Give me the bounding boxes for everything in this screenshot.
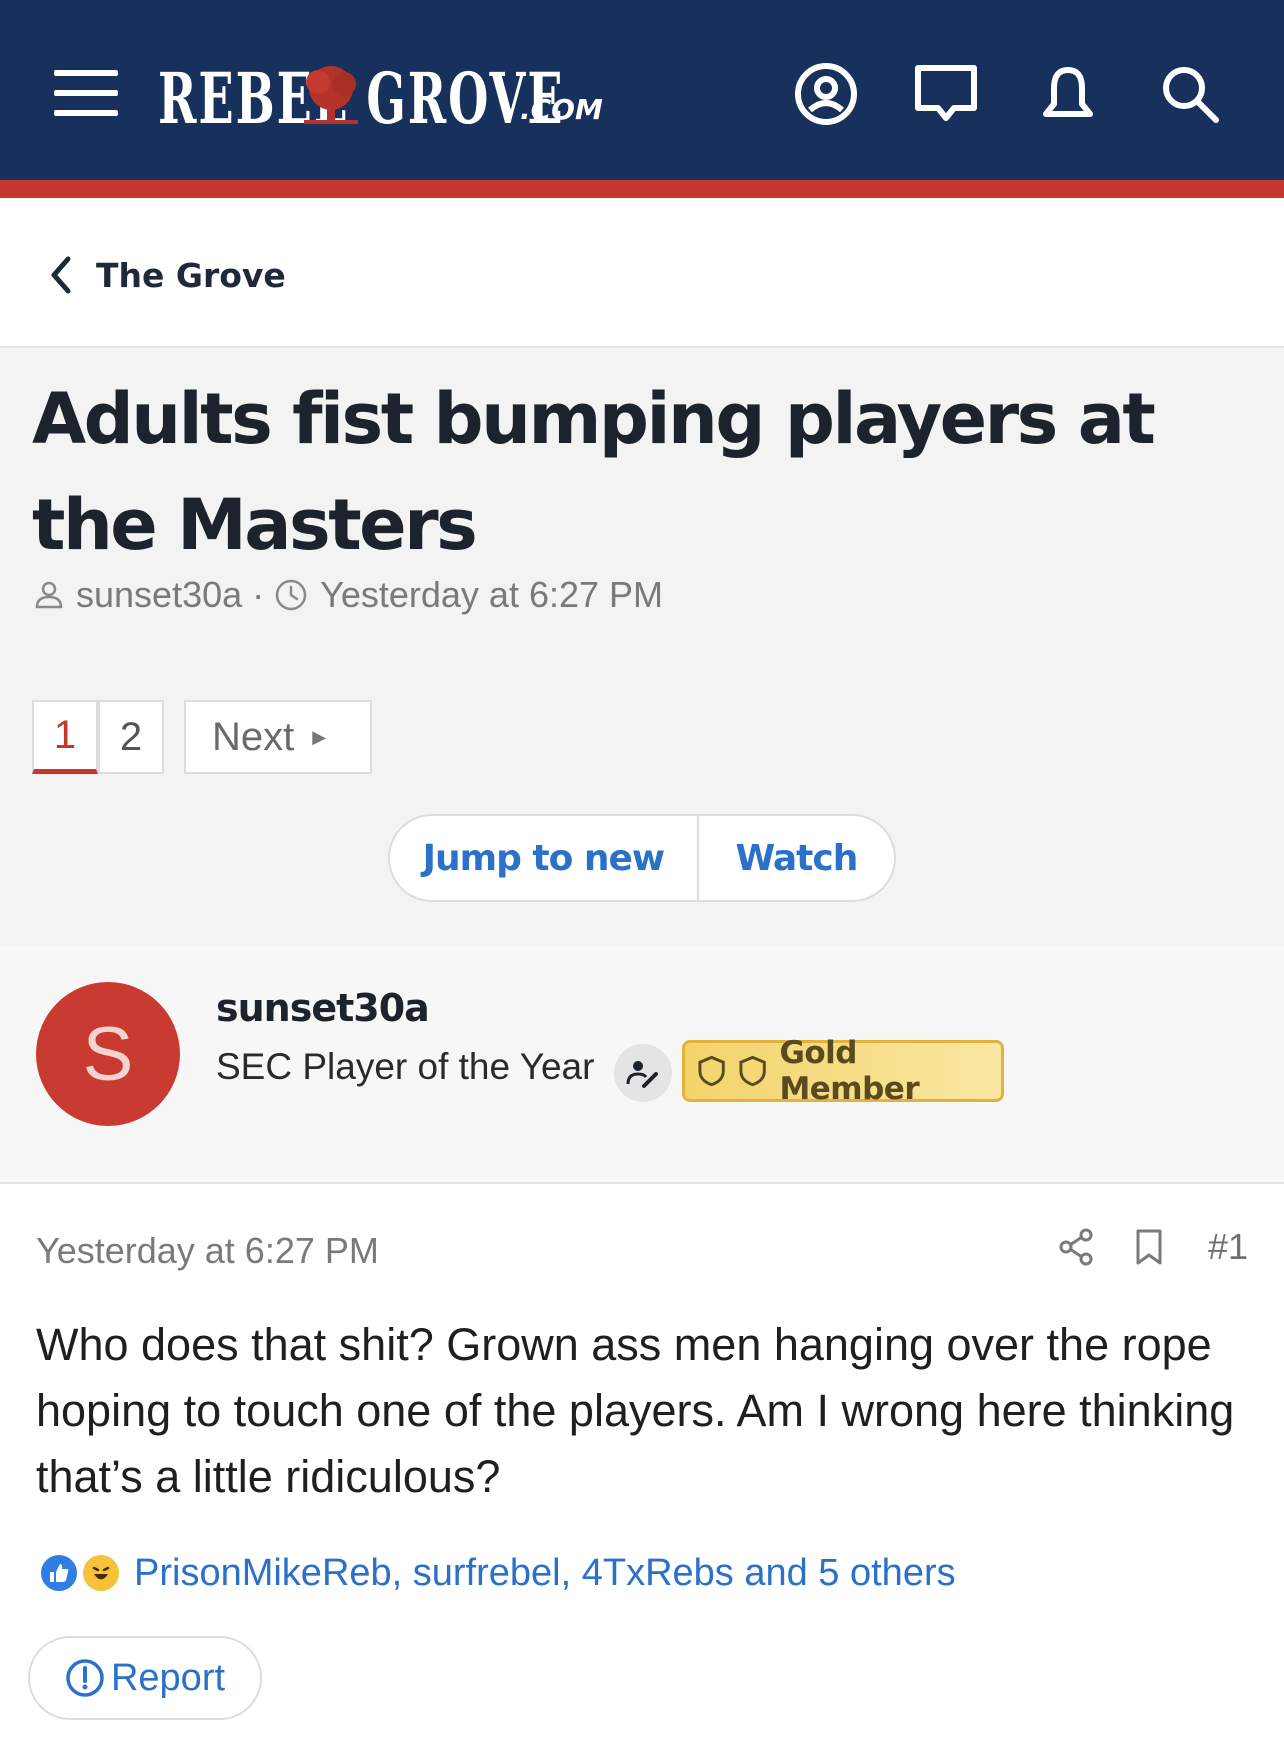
tree-logo-icon [304, 66, 358, 124]
reaction-users: PrisonMikeReb, surfrebel, 4TxRebs and 5 … [134, 1551, 956, 1594]
report-label: Report [110, 1656, 226, 1699]
post-number-link[interactable]: #1 [1208, 1226, 1248, 1268]
pagination: 1 2 Next ▶ [32, 700, 372, 774]
site-logo[interactable]: REBEL GROVE .COM [158, 44, 718, 134]
report-button[interactable]: Report [28, 1636, 262, 1720]
reaction-icons [36, 1548, 128, 1598]
share-icon[interactable] [1056, 1227, 1096, 1267]
search-icon[interactable] [1154, 58, 1226, 130]
author-title: SEC Player of the Year [216, 1046, 595, 1087]
menu-icon[interactable] [54, 70, 118, 116]
breadcrumb-label: The Grove [96, 255, 286, 295]
reactions-summary[interactable]: PrisonMikeReb, surfrebel, 4TxRebs and 5 … [36, 1548, 956, 1598]
header-stripe [0, 180, 1284, 198]
author-username[interactable]: sunset30a [216, 986, 430, 1030]
post-date[interactable]: Yesterday at 6:27 PM [36, 1230, 379, 1272]
next-page-button[interactable]: Next ▶ [184, 700, 372, 774]
thread-header: Adults fist bumping players at the Maste… [0, 346, 1284, 946]
post-tools: #1 [1056, 1226, 1248, 1268]
meta-separator: · [252, 574, 265, 615]
thread-time[interactable]: Yesterday at 6:27 PM [320, 574, 663, 616]
chevron-left-icon [51, 256, 71, 294]
avatar[interactable]: S [36, 982, 180, 1126]
page-title: Adults fist bumping players at the Maste… [32, 378, 1156, 566]
thread-author[interactable]: sunset30a [76, 574, 242, 616]
clock-icon [275, 579, 307, 611]
page-1-link[interactable]: 1 [32, 700, 98, 774]
breadcrumb[interactable]: The Grove [48, 250, 286, 300]
logo-suffix: .COM [520, 93, 603, 126]
site-header: REBEL GROVE .COM [0, 0, 1284, 180]
alert-circle-icon [66, 1659, 104, 1697]
thread-actions: Jump to new Watch [388, 814, 896, 902]
user-icon [35, 581, 63, 609]
like-icon [38, 1552, 80, 1594]
caret-right-icon: ▶ [312, 726, 327, 747]
laugh-icon [80, 1552, 122, 1594]
thread-meta: sunset30a · Yesterday at 6:27 PM [34, 574, 663, 616]
jump-to-new-button[interactable]: Jump to new [390, 816, 699, 900]
watch-button[interactable]: Watch [699, 816, 894, 900]
gold-member-badge: Gold Member [682, 1035, 1004, 1107]
user-edit-icon [614, 1044, 672, 1102]
page-2-link[interactable]: 2 [98, 700, 164, 774]
badge-label: Gold Member [779, 1035, 920, 1107]
next-page-label: Next [212, 714, 295, 759]
account-icon[interactable] [790, 58, 862, 130]
bookmark-icon[interactable] [1132, 1227, 1166, 1267]
post-body: Who does that shit? Grown ass men hangin… [36, 1319, 1235, 1502]
shield-icon [739, 1055, 766, 1087]
post-author-block: S sunset30a SEC Player of the Year Gold … [0, 946, 1284, 1184]
messages-icon[interactable] [910, 58, 982, 130]
alerts-icon[interactable] [1032, 58, 1104, 130]
shield-icon [698, 1055, 725, 1087]
